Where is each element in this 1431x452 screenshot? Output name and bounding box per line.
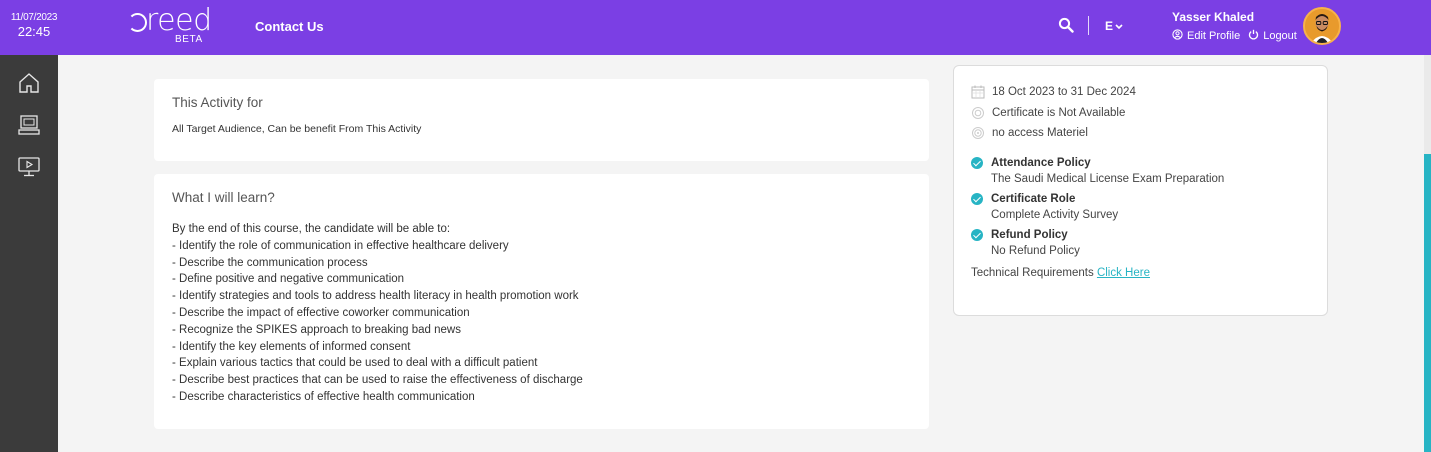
top-bar: 11/07/2023 22:45 reed BETA Contact Us E …: [0, 0, 1431, 55]
language-label: E: [1105, 19, 1114, 33]
learning-outcomes-intro: By the end of this course, the candidate…: [172, 223, 451, 235]
logo-ring-icon: [128, 13, 147, 32]
technical-requirements: Technical Requirements Click Here: [971, 267, 1310, 279]
logo-beta: BETA: [175, 34, 203, 45]
current-time: 22:45: [17, 24, 51, 39]
power-icon: [1248, 29, 1259, 43]
avatar[interactable]: [1303, 7, 1341, 45]
learning-outcomes-list: - Identify the role of communication in …: [172, 238, 911, 406]
date-range: 18 Oct 2023 to 31 Dec 2024: [992, 86, 1136, 99]
technical-requirements-link[interactable]: Click Here: [1097, 267, 1150, 279]
learning-outcomes-title: What I will learn?: [172, 190, 275, 205]
user-name: Yasser Khaled: [1172, 10, 1255, 24]
policy-title: Certificate Role: [991, 192, 1076, 205]
user-circle-icon: [1172, 29, 1183, 43]
activity-audience-card: This Activity for All Target Audience, C…: [154, 79, 929, 161]
courses-icon[interactable]: [17, 113, 41, 137]
technical-requirements-label: Technical Requirements: [971, 266, 1094, 279]
activity-audience-text: All Target Audience, Can be benefit From…: [172, 123, 422, 135]
home-icon[interactable]: [17, 71, 41, 95]
language-select[interactable]: E: [1105, 19, 1123, 33]
list-item: - Describe characteristics of effective …: [172, 390, 475, 403]
contact-us-link[interactable]: Contact Us: [255, 19, 324, 34]
certificate-role: Certificate Role Complete Activity Surve…: [971, 191, 1310, 223]
list-item: - Identify the role of communication in …: [172, 239, 509, 252]
list-item: - Describe best practices that can be us…: [172, 374, 583, 387]
sidebar: [0, 55, 58, 452]
search-icon[interactable]: [1058, 17, 1074, 33]
certificate-icon: [971, 106, 985, 120]
list-item: - Identify the key elements of informed …: [172, 340, 411, 353]
policy-value: The Saudi Medical License Exam Preparati…: [991, 172, 1225, 185]
chevron-down-icon: [1115, 19, 1123, 33]
check-circle-icon: [971, 156, 983, 169]
certificate-status: Certificate is Not Available: [992, 106, 1126, 119]
check-circle-icon: [971, 228, 983, 241]
list-item: - Identify strategies and tools to addre…: [172, 290, 579, 303]
header-divider: [1088, 16, 1089, 35]
current-date: 11/07/2023: [10, 12, 58, 23]
edit-profile-label: Edit Profile: [1187, 30, 1241, 42]
certificate-row: Certificate is Not Available: [971, 103, 1310, 124]
date-range-row: 18 Oct 2023 to 31 Dec 2024: [971, 82, 1310, 103]
logo-text: reed: [146, 3, 212, 38]
video-icon[interactable]: [17, 155, 41, 179]
list-item: - Define positive and negative communica…: [172, 273, 405, 286]
list-item: - Describe the impact of effective cowor…: [172, 306, 470, 319]
policies-list: Attendance Policy The Saudi Medical Lice…: [971, 155, 1310, 259]
materiel-status: no access Materiel: [992, 127, 1088, 140]
policy-value: No Refund Policy: [991, 244, 1080, 257]
list-item: - Describe the communication process: [172, 256, 368, 269]
list-item: - Explain various tactics that could be …: [172, 357, 538, 370]
materiel-row: no access Materiel: [971, 123, 1310, 144]
attendance-policy: Attendance Policy The Saudi Medical Lice…: [971, 155, 1310, 187]
activity-audience-title: This Activity for: [172, 95, 263, 110]
policy-title: Refund Policy: [991, 228, 1068, 241]
logout-link[interactable]: Logout: [1248, 29, 1297, 43]
policy-title: Attendance Policy: [991, 156, 1091, 169]
user-links: Edit Profile Logout: [1172, 29, 1297, 43]
list-item: - Recognize the SPIKES approach to break…: [172, 323, 461, 336]
materiel-icon: [971, 126, 985, 140]
check-circle-icon: [971, 192, 983, 205]
policy-value: Complete Activity Survey: [991, 208, 1119, 221]
edit-profile-link[interactable]: Edit Profile: [1172, 29, 1240, 43]
scrollbar-thumb[interactable]: [1424, 154, 1431, 452]
activity-info-card: 18 Oct 2023 to 31 Dec 2024 Certificate i…: [953, 65, 1328, 316]
datetime: 11/07/2023 22:45: [0, 12, 68, 39]
refund-policy: Refund Policy No Refund Policy: [971, 227, 1310, 259]
logo[interactable]: reed BETA: [128, 6, 212, 46]
calendar-icon: [971, 85, 985, 99]
logout-label: Logout: [1263, 30, 1297, 42]
learning-outcomes-card: What I will learn? By the end of this co…: [154, 174, 929, 429]
